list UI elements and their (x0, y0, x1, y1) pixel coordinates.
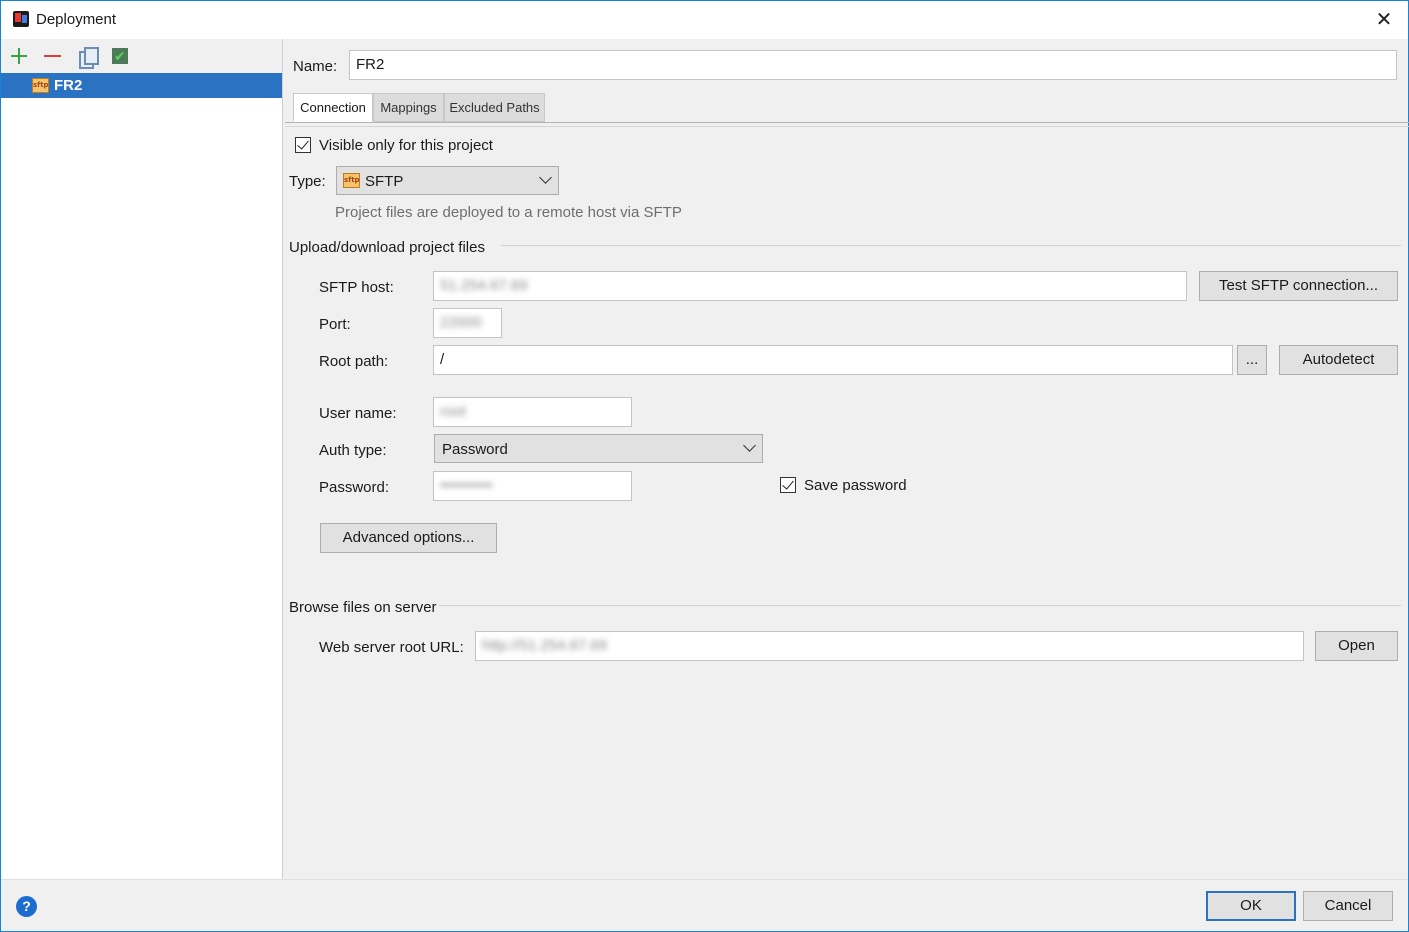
footer-divider (1, 879, 1408, 880)
sftp-host-value: 51.254.67.69 (440, 277, 528, 294)
browse-section-divider (439, 605, 1401, 606)
upload-section-divider (501, 245, 1401, 246)
help-icon[interactable]: ? (16, 896, 37, 917)
cancel-button[interactable]: Cancel (1303, 891, 1393, 921)
save-password-label: Save password (804, 477, 907, 494)
browse-section-title: Browse files on server (289, 599, 437, 616)
advanced-options-button[interactable]: Advanced options... (320, 523, 497, 553)
web-root-url-field[interactable]: http://51.254.67.69 (475, 631, 1304, 661)
server-item-label: FR2 (54, 77, 83, 94)
sftp-icon: sftp (32, 78, 49, 93)
name-label: Name: (293, 58, 338, 75)
copy-icon[interactable] (77, 46, 99, 69)
autodetect-button[interactable]: Autodetect (1279, 345, 1398, 375)
save-password-checkbox[interactable] (780, 477, 796, 493)
tab-connection[interactable]: Connection (293, 93, 373, 122)
tab-mappings[interactable]: Mappings (373, 93, 444, 122)
sftp-icon: sftp (343, 173, 360, 188)
user-name-label: User name: (319, 405, 397, 422)
chevron-down-icon (743, 439, 756, 452)
port-label: Port: (319, 316, 351, 333)
port-value: 22000 (440, 314, 482, 331)
server-list-toolbar (1, 39, 282, 73)
sftp-host-label: SFTP host: (319, 279, 394, 296)
deployment-dialog: Deployment ✕ sftp FR2 Name: FR2 Connecti… (0, 0, 1409, 932)
password-value: •••••••••• (440, 477, 493, 494)
window-title: Deployment (36, 11, 117, 28)
chevron-down-icon (539, 171, 552, 184)
user-name-value: root (440, 403, 466, 420)
user-name-field[interactable]: root (433, 397, 632, 427)
close-icon[interactable]: ✕ (1368, 5, 1400, 35)
test-connection-button[interactable]: Test SFTP connection... (1199, 271, 1398, 301)
password-label: Password: (319, 479, 390, 496)
server-item-fr2[interactable]: sftp FR2 (1, 73, 282, 98)
browse-root-path-button[interactable]: ... (1237, 345, 1267, 375)
type-label: Type: (289, 173, 326, 190)
app-logo-icon (13, 11, 29, 27)
type-description: Project files are deployed to a remote h… (335, 204, 682, 221)
set-default-icon[interactable] (110, 46, 130, 66)
tabs-divider-lower (285, 126, 1409, 127)
upload-section-title: Upload/download project files (289, 239, 485, 256)
add-icon[interactable] (9, 46, 29, 66)
visible-only-checkbox[interactable] (295, 137, 311, 153)
ok-button[interactable]: OK (1206, 891, 1296, 921)
tab-excluded-paths[interactable]: Excluded Paths (444, 93, 545, 122)
auth-type-value: Password (442, 441, 508, 458)
title-bar: Deployment ✕ (1, 1, 1408, 39)
auth-type-label: Auth type: (319, 442, 387, 459)
server-list-panel: sftp FR2 (1, 39, 283, 879)
root-path-field[interactable]: / (433, 345, 1233, 375)
type-dropdown[interactable]: sftp SFTP (336, 166, 559, 195)
remove-icon[interactable] (43, 46, 63, 66)
auth-type-dropdown[interactable]: Password (434, 434, 763, 463)
tabs-divider (285, 122, 1409, 123)
type-value: SFTP (365, 173, 404, 190)
web-root-label: Web server root URL: (319, 639, 464, 656)
visible-only-label: Visible only for this project (319, 137, 493, 154)
port-field[interactable]: 22000 (433, 308, 502, 338)
open-url-button[interactable]: Open (1315, 631, 1398, 661)
password-field[interactable]: •••••••••• (433, 471, 632, 501)
sftp-host-field[interactable]: 51.254.67.69 (433, 271, 1187, 301)
name-field[interactable]: FR2 (349, 50, 1397, 80)
root-path-label: Root path: (319, 353, 389, 370)
web-root-url-value: http://51.254.67.69 (482, 637, 608, 654)
